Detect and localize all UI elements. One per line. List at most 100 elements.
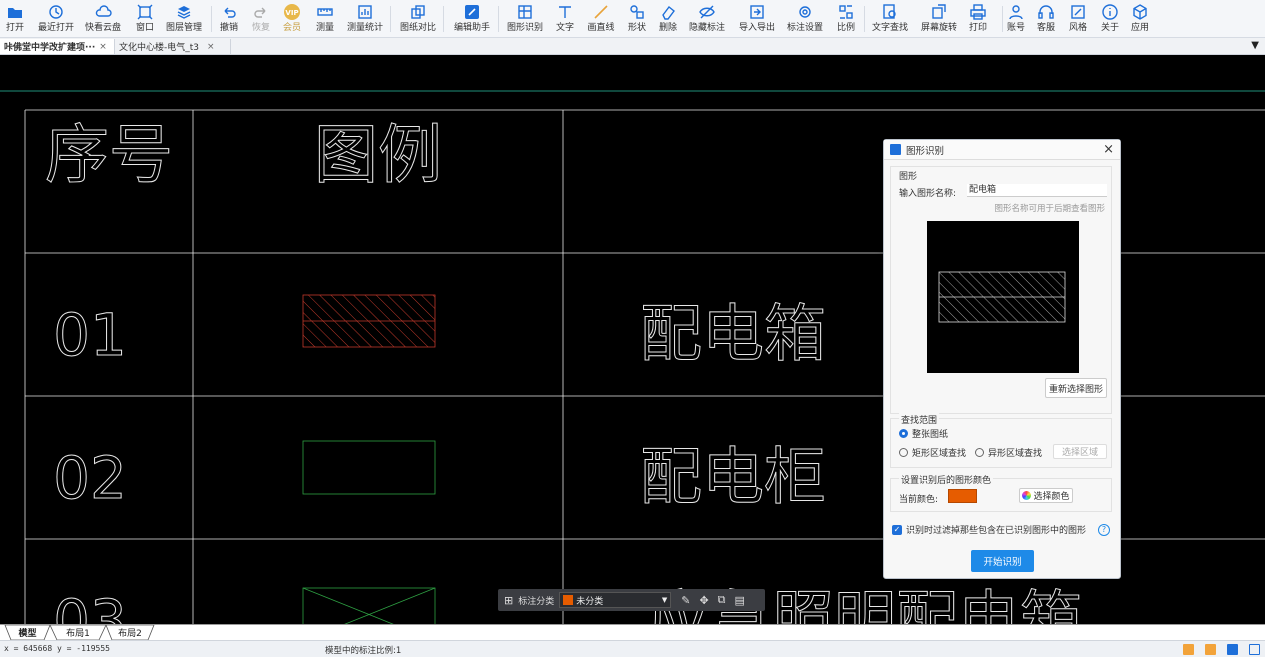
row-1-number: 01	[53, 301, 127, 369]
toolbar-button-edit-assistant[interactable]: 编辑助手	[453, 2, 491, 36]
start-recognition-button[interactable]: 开始识别	[971, 550, 1034, 572]
radio-rect-area[interactable]: 矩形区域查找	[899, 446, 966, 459]
radio-whole-drawing[interactable]: 整张图纸	[899, 427, 948, 440]
close-icon[interactable]: ×	[99, 42, 107, 52]
toolbar-button-apps[interactable]: 应用	[1129, 2, 1151, 36]
status-icon-4[interactable]	[1249, 644, 1260, 655]
cloud-icon	[94, 2, 112, 22]
legend-distribution-cabinet	[302, 440, 436, 495]
svg-text:VIP: VIP	[285, 9, 298, 17]
status-icon-2[interactable]	[1205, 644, 1216, 655]
toolbar-button-folder-open[interactable]: 打开	[4, 2, 26, 36]
category-select[interactable]: 未分类 ▼	[559, 592, 672, 608]
toolbar-button-text[interactable]: 文字	[554, 2, 576, 36]
toolbar-label: 文字查找	[871, 23, 908, 33]
edit-icon[interactable]: ✎	[681, 594, 690, 607]
shape-preview	[927, 221, 1079, 373]
tab-doc-2[interactable]: 文化中心楼-电气_t3 ×	[115, 39, 231, 54]
main-toolbar: 打开 最近打开 快看云盘 窗口 图层管理 撤销 恢复 VIP 会员 测量 测量统计 图纸对比 编辑助手 图…	[0, 0, 1265, 38]
toolbar-button-cloud[interactable]: 快看云盘	[84, 2, 122, 36]
toolbar-label: 比例	[836, 23, 855, 33]
toolbar-button-layers[interactable]: 图层管理	[165, 2, 203, 36]
toolbar-button-import-export[interactable]: 导入导出	[738, 2, 776, 36]
row-2-name: 配电柜	[640, 440, 826, 513]
toolbar-button-undo[interactable]: 撤销	[218, 2, 240, 36]
grid-icon[interactable]: ⊞	[504, 594, 513, 607]
toolbar-button-vip[interactable]: VIP 会员	[281, 2, 303, 36]
layout-tabs: 模型 布局1 布局2	[0, 624, 1265, 641]
toolbar-label: 账号	[1006, 23, 1025, 33]
reselect-shape-button[interactable]: 重新选择图形	[1045, 378, 1107, 398]
toolbar-button-rotate[interactable]: 屏幕旋转	[920, 2, 958, 36]
shape-name-label: 输入图形名称:	[899, 189, 957, 199]
copy-icon[interactable]: ⧉	[718, 593, 726, 607]
select-area-button[interactable]: 选择区域	[1053, 444, 1107, 459]
toolbar-button-ruler[interactable]: 测量	[314, 2, 336, 36]
toolbar-button-text-search[interactable]: 文字查找	[871, 2, 909, 36]
row-3-number: 03	[53, 587, 127, 624]
toolbar-label: 画直线	[587, 23, 615, 33]
toolbar-label: 测量统计	[346, 23, 383, 33]
help-icon[interactable]: ?	[1098, 523, 1110, 536]
toolbar-button-headset[interactable]: 客服	[1035, 2, 1057, 36]
toolbar-button-eraser[interactable]: 删除	[657, 2, 679, 36]
filter-option[interactable]: ✓ 识别时过滤掉那些包含在已识别图形中的图形 ?	[892, 523, 1114, 536]
color-wheel-icon	[1022, 491, 1032, 500]
layout-tab-2[interactable]: 布局2	[112, 625, 148, 640]
shape-name-hint: 图形名称可用于后期查看图形	[994, 204, 1105, 214]
toolbar-button-annotation-settings[interactable]: 标注设置	[786, 2, 824, 36]
toolbar-button-line[interactable]: 画直线	[586, 2, 616, 36]
tabs-dropdown-icon[interactable]: ▼	[1251, 40, 1259, 51]
toolbar-button-print[interactable]: 打印	[967, 2, 989, 36]
toolbar-button-clock[interactable]: 最近打开	[37, 2, 75, 36]
redo-icon	[252, 2, 270, 22]
headset-icon	[1037, 2, 1055, 22]
close-icon[interactable]: ×	[207, 42, 215, 52]
text-icon	[556, 2, 574, 22]
toolbar-label: 隐藏标注	[688, 23, 725, 33]
toolbar-button-compare[interactable]: 图纸对比	[399, 2, 437, 36]
radio-icon	[975, 448, 984, 457]
range-section-title: 查找范围	[899, 413, 940, 426]
toolbar-button-measure-stats[interactable]: 测量统计	[346, 2, 384, 36]
toolbar-label: 撤销	[219, 23, 238, 33]
compare-icon	[409, 2, 427, 22]
tab-doc-1-label: 咔佛堂中学改扩建项···	[4, 43, 96, 53]
toolbar-button-info[interactable]: 关于	[1099, 2, 1121, 36]
toolbar-label: 形状	[627, 23, 646, 33]
toolbar-button-redo[interactable]: 恢复	[250, 2, 272, 36]
toolbar-button-shape[interactable]: 形状	[626, 2, 648, 36]
toolbar-label: 风格	[1068, 23, 1087, 33]
annotation-scale-readout: 模型中的标注比例:1	[325, 646, 402, 656]
radio-irregular-area[interactable]: 异形区域查找	[975, 446, 1042, 459]
select-color-button[interactable]: 选择颜色	[1019, 488, 1073, 503]
status-icon-3[interactable]	[1227, 644, 1238, 655]
category-color-swatch	[563, 595, 574, 605]
eraser-icon	[659, 2, 677, 22]
toolbar-label: 图纸对比	[399, 23, 436, 33]
toolbar-button-style[interactable]: 风格	[1067, 2, 1089, 36]
toolbar-button-window[interactable]: 窗口	[134, 2, 156, 36]
move-icon[interactable]: ✥	[699, 594, 708, 607]
document-tabs: 咔佛堂中学改扩建项··· × 文化中心楼-电气_t3 × ▼	[0, 38, 1265, 55]
toolbar-label: 关于	[1100, 23, 1119, 33]
annotation-float-bar: ⊞ 标注分类 未分类 ▼ ✎ ✥ ⧉ ▤	[498, 589, 765, 611]
paste-icon[interactable]: ▤	[735, 594, 745, 607]
status-icon-1[interactable]	[1183, 644, 1194, 655]
layout-tab-model[interactable]: 模型	[11, 625, 44, 640]
toolbar-button-hide[interactable]: 隐藏标注	[688, 2, 726, 36]
toolbar-label: 导入导出	[738, 23, 775, 33]
close-icon[interactable]: ×	[1103, 142, 1114, 157]
toolbar-label: 屏幕旋转	[920, 23, 957, 33]
toolbar-label: 文字	[555, 23, 574, 33]
toolbar-button-scale[interactable]: 比例	[835, 2, 857, 36]
tab-doc-1[interactable]: 咔佛堂中学改扩建项··· ×	[0, 39, 115, 54]
measure-stats-icon	[356, 2, 374, 22]
toolbar-button-user[interactable]: 账号	[1005, 2, 1027, 36]
line-icon	[592, 2, 610, 22]
toolbar-button-shape-recognize[interactable]: 图形识别	[506, 2, 544, 36]
checkbox-checked-icon[interactable]: ✓	[892, 524, 902, 535]
shape-name-field[interactable]: 配电箱	[967, 184, 1107, 197]
shape-recognition-dialog: 图形识别 × 图形 输入图形名称: 配电箱 图形名称可用于后期查看图形 重新选择…	[883, 139, 1121, 579]
layout-tab-1[interactable]: 布局1	[57, 625, 99, 640]
